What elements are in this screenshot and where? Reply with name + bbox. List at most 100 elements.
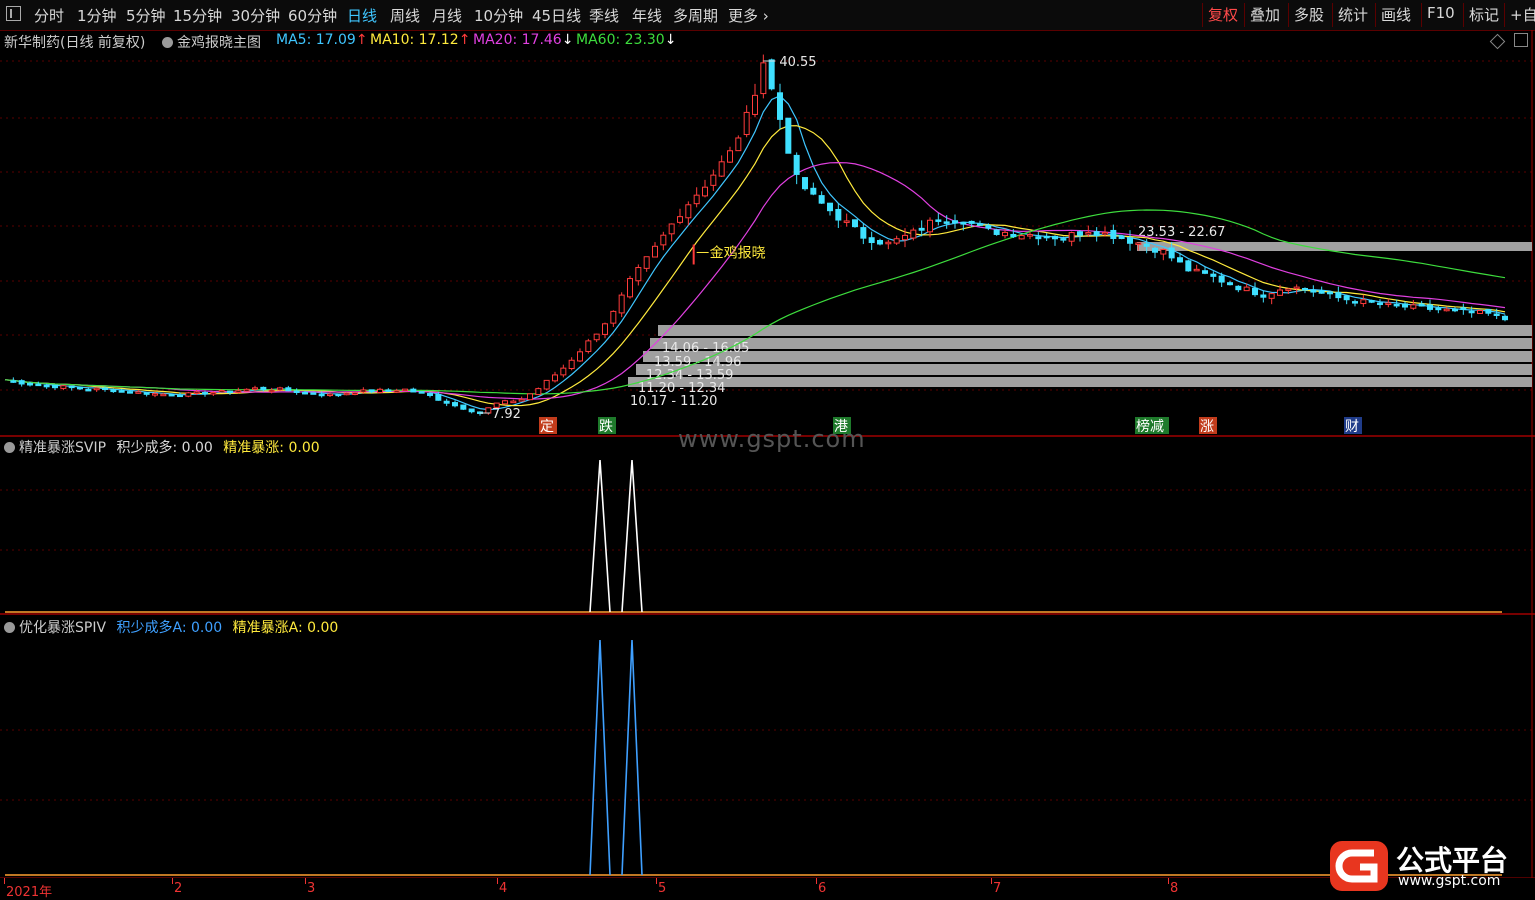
panel2-field-2: 精准暴涨: 0.00 [223, 440, 320, 456]
event-marker-text: 财 [1345, 419, 1359, 435]
panel2-name: 精准暴涨SVIP [19, 440, 107, 456]
candle-body [1118, 235, 1125, 239]
candle-body [1218, 275, 1225, 283]
candle-body [502, 400, 508, 405]
candle-body [1377, 302, 1383, 306]
event-marker-text: 定 [540, 419, 554, 435]
candle-body [1318, 290, 1325, 294]
x-axis-label: 4 [499, 881, 508, 896]
candle-body [960, 221, 967, 225]
x-axis-label: 7 [993, 881, 1002, 896]
candle-body [1460, 307, 1467, 310]
candle-body [10, 380, 17, 383]
x-axis-label: 2021年 [6, 885, 53, 900]
zone-label: 10.17 - 11.20 [630, 394, 717, 409]
candle-body [327, 393, 333, 397]
x-axis-label: 5 [658, 881, 667, 896]
candle-body [452, 402, 458, 407]
candle-body [127, 391, 133, 394]
x-axis-tick [656, 878, 657, 884]
candle-body [735, 137, 742, 152]
high-label: 40.55 [779, 55, 816, 70]
candle-body [60, 385, 67, 389]
candle-body [660, 234, 667, 246]
zone-label: 14.06 - 16.05 [662, 341, 749, 356]
candle-body [1202, 270, 1208, 274]
candle-body [877, 240, 883, 245]
candle-body [1502, 315, 1508, 321]
price-zone-bar [658, 325, 1532, 336]
panel2-spike [621, 459, 643, 613]
candle-body [18, 380, 25, 385]
candle-body [585, 340, 592, 352]
x-axis-tick [497, 878, 498, 884]
candle-body [110, 389, 117, 393]
candle-body [1360, 299, 1367, 305]
candle-body [568, 359, 575, 370]
candle-body [677, 216, 683, 223]
candle-body [902, 234, 908, 241]
candle-body [52, 384, 58, 389]
candle-body [268, 389, 275, 393]
panel3-spike [621, 639, 643, 876]
candle-body [1277, 289, 1283, 296]
candle-body [527, 393, 533, 401]
candle-body [427, 392, 433, 396]
candle-body [310, 392, 317, 395]
candle-body [852, 219, 858, 228]
candle-body [1385, 302, 1392, 305]
candle-body [552, 374, 558, 382]
candle-body [543, 379, 550, 390]
candle-body [243, 388, 250, 392]
candle-body [843, 220, 850, 223]
candle-body [1310, 289, 1317, 293]
price-zone-bar [628, 377, 1532, 387]
candle-body [185, 392, 192, 397]
candle-body [1052, 235, 1058, 240]
candle-body [1293, 286, 1300, 290]
candle-body [118, 390, 125, 393]
candle-body [1027, 234, 1033, 237]
candle-body [443, 400, 450, 404]
candle-body [227, 390, 233, 394]
candle-body [885, 241, 892, 245]
scroll-icon[interactable] [1514, 33, 1528, 47]
candle-body [685, 204, 692, 219]
panel3-field-2: 精准暴涨A: 0.00 [232, 620, 339, 636]
candle-body [602, 323, 608, 335]
candle-body [143, 392, 150, 395]
candle-body [718, 161, 725, 177]
candle-body [1368, 300, 1375, 303]
gear-icon[interactable] [4, 622, 15, 633]
gear-icon[interactable] [4, 442, 15, 453]
candle-body [393, 390, 400, 393]
candle-body [1168, 247, 1175, 259]
candle-body [1393, 303, 1400, 307]
x-axis-tick [172, 878, 173, 884]
candle-body [68, 385, 75, 389]
candle-body [943, 221, 950, 224]
candle-body [1093, 231, 1100, 237]
candle-body [135, 391, 142, 394]
candle-body [802, 177, 808, 190]
candle-body [693, 194, 700, 205]
ma10-line [4, 125, 1506, 407]
candle-body [1035, 236, 1042, 240]
candle-body [1418, 303, 1425, 307]
candle-body [777, 92, 783, 120]
candle-body [1243, 286, 1250, 292]
candle-body [702, 186, 708, 197]
candle-body [468, 408, 475, 413]
candle-body [1252, 287, 1258, 296]
x-axis-tick [991, 878, 992, 884]
gspt-logo: 公式平台 www.gspt.com [1326, 835, 1535, 895]
candle-body [277, 387, 283, 391]
candle-body [1227, 282, 1233, 286]
candle-body [927, 219, 933, 233]
candle-body [1193, 268, 1200, 272]
candle-body [1143, 243, 1150, 247]
candle-body [835, 208, 842, 221]
candle-body [1077, 231, 1083, 236]
candle-body [860, 227, 867, 239]
x-axis-tick [1168, 878, 1169, 884]
